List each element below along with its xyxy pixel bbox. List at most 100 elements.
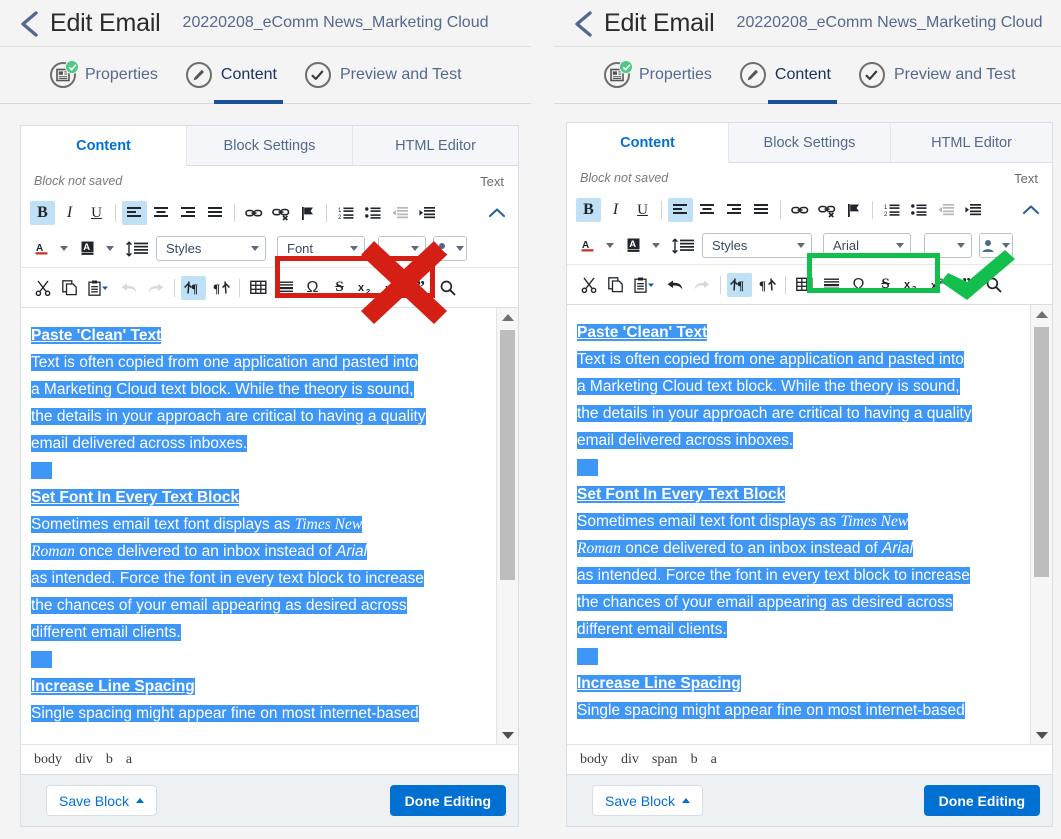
wizard-tab-preview[interactable]: Preview and Test <box>845 47 1030 104</box>
horizontal-rule-icon[interactable] <box>273 276 298 300</box>
content-editable-area-left[interactable]: Paste 'Clean' Text Text is often copied … <box>21 308 496 744</box>
superscript-icon[interactable]: x2 <box>381 276 406 300</box>
align-center-icon[interactable] <box>149 201 174 225</box>
ltr-paragraph-icon[interactable]: ¶ <box>727 272 752 297</box>
personalization-icon[interactable] <box>433 236 467 261</box>
element-path-a[interactable]: a <box>711 752 717 768</box>
content-scrollbar-right[interactable] <box>1030 305 1052 744</box>
line-height-icon[interactable] <box>122 237 152 261</box>
tab-content[interactable]: Content <box>567 123 729 163</box>
back-chevron-icon[interactable] <box>570 8 596 38</box>
styles-dropdown[interactable]: Styles <box>156 236 266 261</box>
align-center-icon[interactable] <box>695 198 720 222</box>
element-path-b[interactable]: b <box>106 752 113 768</box>
font-dropdown[interactable]: Arial <box>823 233 911 258</box>
find-replace-icon[interactable] <box>435 276 460 300</box>
wizard-tab-properties[interactable]: Properties <box>590 47 726 104</box>
wizard-tab-content[interactable]: Content <box>726 47 845 104</box>
save-block-button[interactable]: Save Block <box>46 785 158 816</box>
bulleted-list-icon[interactable] <box>360 201 385 225</box>
undo-icon[interactable] <box>662 273 687 297</box>
bold-icon[interactable]: B <box>576 198 601 222</box>
font-dropdown[interactable]: Font <box>277 236 365 261</box>
element-path-body[interactable]: body <box>34 752 62 768</box>
content-editable-area-right[interactable]: Paste 'Clean' Text Text is often copied … <box>567 305 1030 744</box>
scroll-down-icon[interactable] <box>497 726 518 744</box>
table-icon[interactable] <box>792 273 817 297</box>
element-path-div[interactable]: div <box>75 752 93 768</box>
decrease-indent-icon[interactable] <box>387 201 412 225</box>
line-height-icon[interactable] <box>668 234 698 258</box>
link-icon[interactable] <box>241 201 266 225</box>
special-character-icon[interactable]: Ω <box>846 273 871 297</box>
blockquote-icon[interactable]: ” <box>954 273 979 297</box>
element-path-b[interactable]: b <box>691 752 698 768</box>
find-replace-icon[interactable] <box>981 273 1006 297</box>
subscript-icon[interactable]: x2 <box>900 273 925 297</box>
align-left-icon[interactable] <box>668 198 693 222</box>
done-editing-button[interactable]: Done Editing <box>923 785 1040 816</box>
background-color-icon[interactable]: A <box>622 234 647 258</box>
decrease-indent-icon[interactable] <box>933 198 958 222</box>
rtl-paragraph-icon[interactable]: ¶ <box>754 273 779 297</box>
background-color-caret-icon[interactable] <box>106 246 114 251</box>
unlink-icon[interactable] <box>268 201 293 225</box>
save-block-button[interactable]: Save Block <box>592 785 704 816</box>
text-color-caret-icon[interactable] <box>606 243 614 248</box>
wizard-tab-preview[interactable]: Preview and Test <box>291 47 476 104</box>
text-color-icon[interactable]: A <box>30 237 55 261</box>
cut-icon[interactable] <box>576 273 601 297</box>
paste-icon[interactable] <box>630 273 660 297</box>
blockquote-icon[interactable]: ” <box>408 276 433 300</box>
text-color-icon[interactable]: A <box>576 234 601 258</box>
copy-icon[interactable] <box>57 276 82 300</box>
anchor-flag-icon[interactable] <box>841 198 866 222</box>
text-color-caret-icon[interactable] <box>60 246 68 251</box>
cut-icon[interactable] <box>30 276 55 300</box>
link-icon[interactable] <box>787 198 812 222</box>
paste-icon[interactable] <box>84 276 114 300</box>
increase-indent-icon[interactable] <box>960 198 985 222</box>
background-color-icon[interactable]: A <box>76 237 101 261</box>
font-size-dropdown[interactable] <box>378 236 426 261</box>
table-icon[interactable] <box>246 276 271 300</box>
italic-icon[interactable]: I <box>57 201 82 225</box>
superscript-icon[interactable]: x2 <box>927 273 952 297</box>
background-color-caret-icon[interactable] <box>652 243 660 248</box>
horizontal-rule-icon[interactable] <box>819 273 844 297</box>
done-editing-button[interactable]: Done Editing <box>389 785 506 816</box>
anchor-flag-icon[interactable] <box>295 201 320 225</box>
align-left-icon[interactable] <box>122 201 147 225</box>
numbered-list-icon[interactable]: 12 <box>879 198 904 222</box>
unlink-icon[interactable] <box>814 198 839 222</box>
personalization-icon[interactable] <box>979 233 1013 258</box>
scroll-up-icon[interactable] <box>497 308 518 326</box>
numbered-list-icon[interactable]: 12 <box>333 201 358 225</box>
font-size-dropdown[interactable] <box>924 233 972 258</box>
tab-block-settings[interactable]: Block Settings <box>729 123 891 162</box>
redo-icon[interactable] <box>689 273 714 297</box>
copy-icon[interactable] <box>603 273 628 297</box>
increase-indent-icon[interactable] <box>414 201 439 225</box>
content-scrollbar-left[interactable] <box>496 308 518 744</box>
align-right-icon[interactable] <box>722 198 747 222</box>
styles-dropdown[interactable]: Styles <box>702 233 812 258</box>
undo-icon[interactable] <box>116 276 141 300</box>
scrollbar-thumb[interactable] <box>500 330 515 580</box>
collapse-toolbar-icon[interactable] <box>1018 198 1043 222</box>
tab-block-settings[interactable]: Block Settings <box>187 126 353 165</box>
underline-icon[interactable]: U <box>630 198 655 222</box>
back-chevron-icon[interactable] <box>16 8 42 38</box>
scroll-down-icon[interactable] <box>1031 726 1052 744</box>
tab-html-editor[interactable]: HTML Editor <box>353 126 518 165</box>
strikethrough-icon[interactable]: S <box>327 276 352 300</box>
underline-icon[interactable]: U <box>84 201 109 225</box>
align-justify-icon[interactable] <box>203 201 228 225</box>
scrollbar-thumb[interactable] <box>1034 327 1049 577</box>
tab-content[interactable]: Content <box>21 126 187 166</box>
redo-icon[interactable] <box>143 276 168 300</box>
element-path-a[interactable]: a <box>126 752 132 768</box>
bold-icon[interactable]: B <box>30 201 55 225</box>
element-path-body[interactable]: body <box>580 752 608 768</box>
rtl-paragraph-icon[interactable]: ¶ <box>208 276 233 300</box>
